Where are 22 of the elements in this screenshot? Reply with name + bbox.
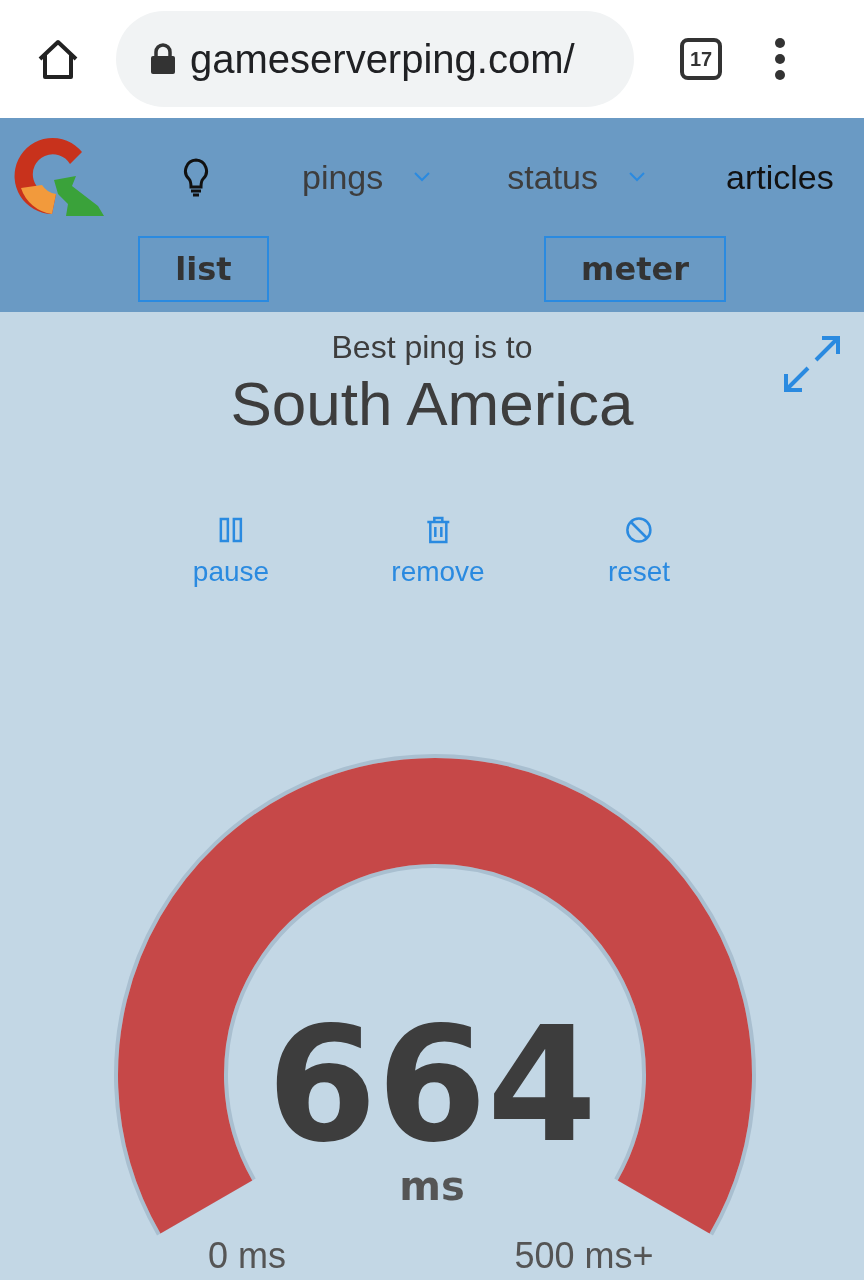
remove-button[interactable]: remove <box>391 516 485 588</box>
home-icon[interactable] <box>36 37 80 81</box>
pause-button[interactable]: pause <box>192 516 270 588</box>
scale-max-label: 500 ms+ <box>514 1235 654 1276</box>
caption: Best ping is to <box>331 328 533 366</box>
scale-min-label: 0 ms <box>208 1235 286 1276</box>
view-button[interactable]: list <box>138 236 269 302</box>
pause-icon <box>217 516 245 544</box>
tab-count-button[interactable]: 17 <box>680 38 722 80</box>
dropdown-menu[interactable]: pings <box>302 157 384 197</box>
lightbulb-icon[interactable] <box>182 157 210 197</box>
address-bar[interactable]: gameserverping.com/ <box>116 11 634 107</box>
nav-link[interactable]: articles <box>726 157 834 197</box>
view-button[interactable]: meter <box>544 236 726 302</box>
lock-icon <box>150 43 176 75</box>
dropdown-menu[interactable]: status <box>507 157 598 197</box>
expand-icon[interactable] <box>782 334 842 394</box>
best-region: South America <box>229 368 635 440</box>
more-menu-icon[interactable] <box>774 38 786 80</box>
no-entry-icon <box>625 516 653 544</box>
reset-button[interactable]: reset <box>607 516 671 588</box>
trash-icon <box>424 516 452 544</box>
